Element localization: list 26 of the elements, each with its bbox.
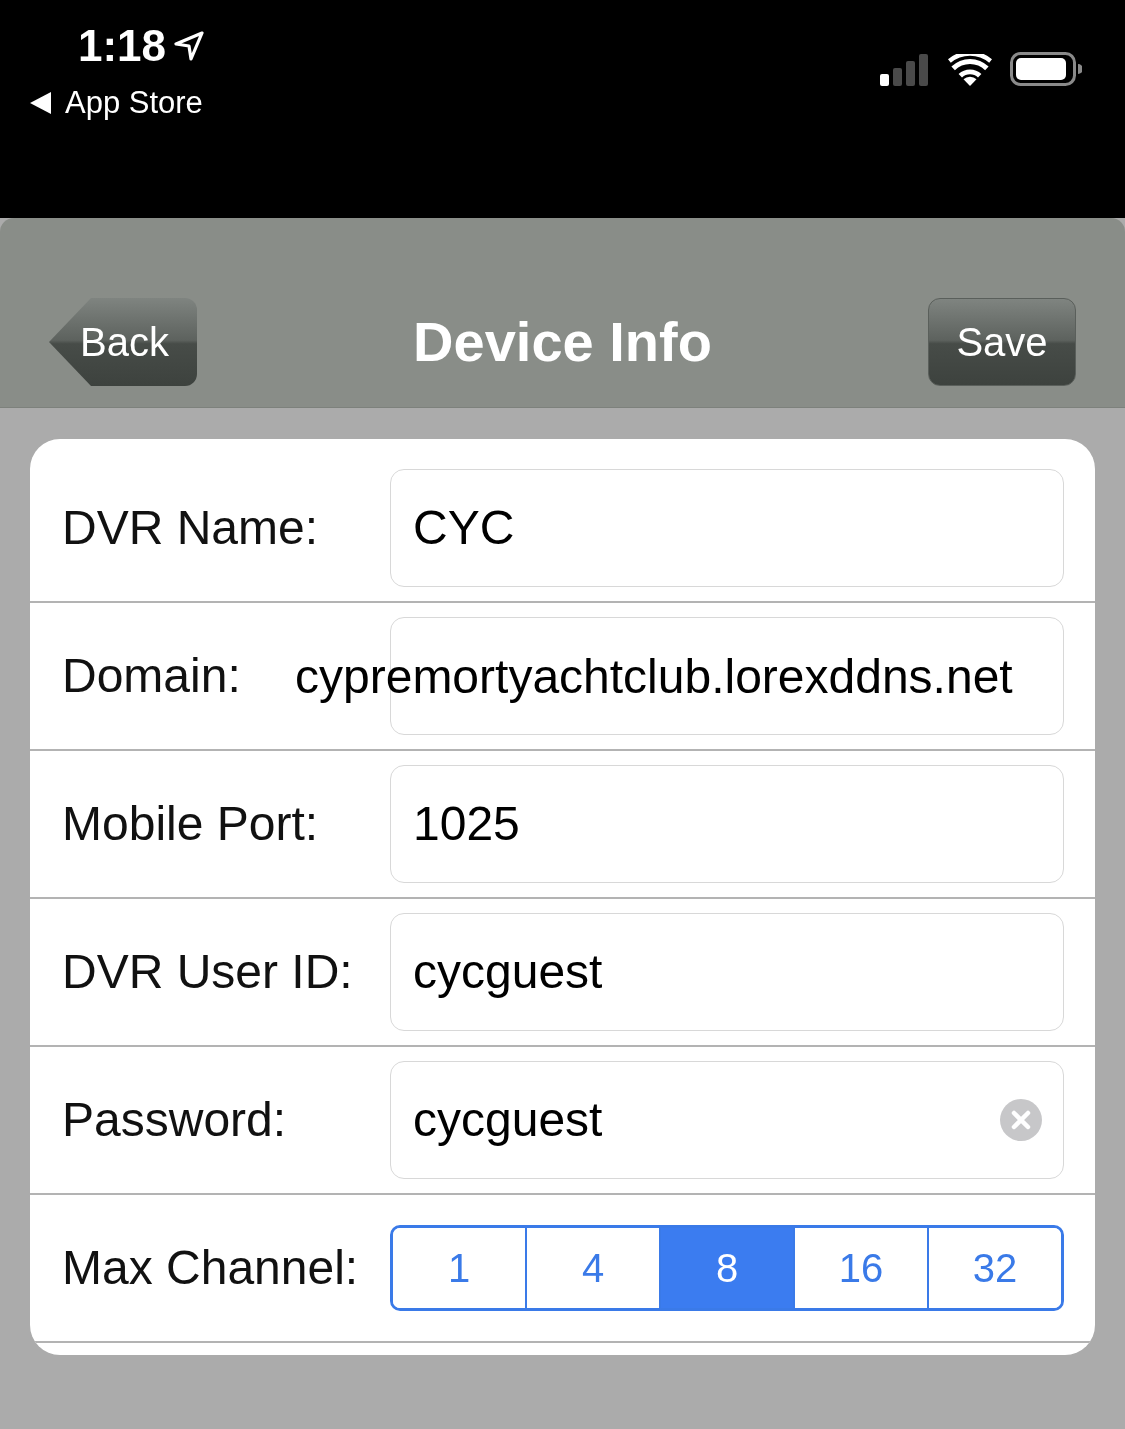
field-label: Mobile Port: [62, 800, 320, 848]
battery-icon [1010, 52, 1082, 86]
text-field[interactable]: 1025 [390, 765, 1064, 883]
field-value: cycguest [413, 1096, 603, 1144]
wifi-icon [948, 54, 992, 86]
location-arrow-icon [174, 31, 205, 61]
segment-option[interactable]: 32 [927, 1228, 1061, 1308]
signal-strength-icon [880, 54, 930, 86]
field-label: DVR Name: [62, 504, 320, 552]
status-time: 1:18 [78, 24, 167, 68]
page-title: Device Info [413, 314, 712, 370]
text-field[interactable]: CYC [390, 469, 1064, 587]
field-label: Max Channel: [62, 1244, 360, 1292]
field-value: cypremortyachtclub.lorexddns.net [295, 653, 1013, 701]
text-field[interactable]: cycguest [390, 1061, 1064, 1179]
field-label: Password: [62, 1096, 288, 1144]
field-value: cycguest [413, 948, 603, 996]
field-value: 1025 [413, 800, 520, 848]
save-button[interactable]: Save [928, 298, 1076, 386]
field-label: DVR User ID: [62, 948, 354, 996]
back-triangle-icon [30, 91, 51, 114]
field-value: CYC [413, 504, 515, 552]
text-field[interactable]: cycguest [390, 913, 1064, 1031]
back-button[interactable]: Back [49, 298, 197, 386]
back-to-app-link[interactable]: App Store [30, 87, 203, 118]
segment-option[interactable]: 8 [659, 1228, 793, 1308]
